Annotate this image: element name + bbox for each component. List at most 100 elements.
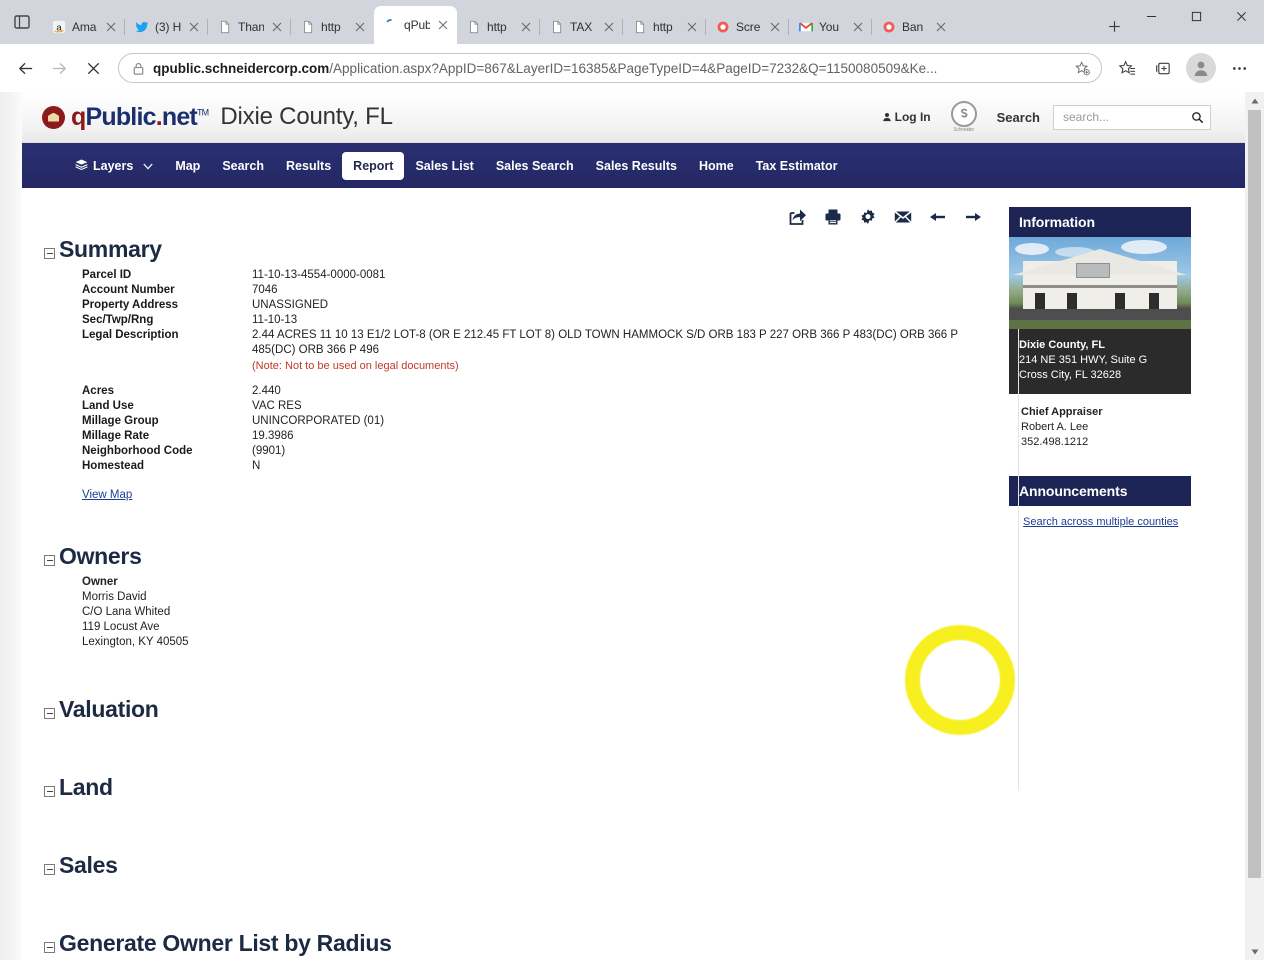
page-scrollbar[interactable] [1245,92,1264,960]
field-label: Land Use [82,400,134,412]
tab-search-sidebar-button[interactable] [2,2,42,42]
add-favorite-button[interactable] [1071,57,1093,79]
arrow-right-icon[interactable] [964,208,982,226]
collections-button[interactable] [1146,51,1180,85]
maximize-button[interactable] [1174,0,1219,32]
tab-separator [788,19,789,35]
browser-tab[interactable]: a Ama [42,10,125,44]
search-icon[interactable] [1191,111,1204,124]
log-in-link[interactable]: Log In [882,110,931,124]
favorites-button[interactable] [1110,51,1144,85]
gear-icon[interactable] [859,208,877,226]
announcements-panel-title: Announcements [1009,476,1191,506]
tab-close-button[interactable] [186,19,202,35]
site-search-box[interactable] [1053,104,1211,130]
collapse-toggle-icon[interactable] [44,708,55,719]
chevron-up-icon [1251,98,1258,103]
tab-close-button[interactable] [684,19,700,35]
tab-close-button[interactable] [269,19,285,35]
scroll-down-button[interactable] [1245,943,1264,960]
section-header-land[interactable]: Land [44,774,988,801]
loading-icon [386,19,392,23]
tab-favicon [798,19,814,35]
browser-tab[interactable]: http [457,10,540,44]
qpublic-logo[interactable]: qPublic.netTM [42,104,209,130]
collapse-toggle-icon[interactable] [44,786,55,797]
field-label: Acres [82,385,114,397]
section-title-owners: Owners [59,543,142,569]
owner-label: Owner [82,576,118,588]
section-title-sales: Sales [59,852,118,878]
section-header-summary[interactable]: Summary [44,236,988,263]
table-row: Acres 2.440 [82,384,988,399]
section-header-sales[interactable]: Sales [44,852,988,879]
collapse-toggle-icon[interactable] [44,248,55,259]
browser-tab[interactable]: http [290,10,374,44]
view-map-link[interactable]: View Map [82,489,132,501]
avatar-icon [1194,61,1208,76]
scroll-up-button[interactable] [1245,92,1264,109]
toolbar-right-actions [1110,51,1256,85]
collapse-toggle-icon[interactable] [44,555,55,566]
collapse-toggle-icon[interactable] [44,864,55,875]
tab-title: (3) H [155,20,181,34]
browser-tab[interactable]: Than [207,10,291,44]
nav-item-tax-estimator[interactable]: Tax Estimator [745,152,849,180]
section-header-owners[interactable]: Owners [44,543,988,570]
logo-badge-icon [42,105,65,129]
tab-close-button[interactable] [850,19,866,35]
tab-close-button[interactable] [103,19,119,35]
county-office-building-photo [1009,237,1191,329]
nav-item-report[interactable]: Report [342,151,405,180]
nav-item-sales-list[interactable]: Sales List [404,152,484,180]
nav-item-sales-search[interactable]: Sales Search [485,152,585,180]
forward-button[interactable] [42,51,76,85]
browser-menu-button[interactable] [1222,51,1256,85]
tab-close-button[interactable] [601,19,617,35]
table-row: Millage Group UNINCORPORATED (01) [82,414,988,429]
new-tab-button[interactable] [1099,11,1129,41]
nav-item-label: Home [698,158,734,173]
tab-close-button[interactable] [518,19,534,35]
browser-tab[interactable]: http [622,10,706,44]
tab-close-button[interactable] [767,19,783,35]
browser-tab[interactable]: qPub [374,6,457,44]
nav-item-sales-results[interactable]: Sales Results [585,152,688,180]
close-window-button[interactable] [1219,0,1264,32]
search-input[interactable] [1063,110,1191,124]
browser-tab[interactable]: (3) H [124,10,208,44]
cloud-shape [1121,240,1167,254]
arrow-left-icon[interactable] [929,208,947,226]
schneider-logo[interactable]: Schneider [944,100,984,134]
stop-loading-button[interactable] [76,51,110,85]
section-header-radius[interactable]: Generate Owner List by Radius [44,930,988,957]
nav-item-home[interactable]: Home [688,152,745,180]
envelope-icon[interactable] [894,208,912,226]
browser-tab[interactable]: Scre [705,10,789,44]
section-header-valuation[interactable]: Valuation [44,696,988,723]
nav-item-search[interactable]: Search [211,152,275,180]
browser-tab[interactable]: You [788,10,872,44]
tab-favicon [549,19,565,35]
profile-avatar[interactable] [1186,53,1216,83]
appraiser-name: Robert A. Lee [1021,421,1089,433]
nav-item-layers[interactable]: Layers [64,152,164,180]
scrollbar-thumb[interactable] [1248,110,1261,878]
tab-close-button[interactable] [933,19,949,35]
search-multiple-counties-link[interactable]: Search across multiple counties [1009,506,1191,538]
site-header: qPublic.netTM Dixie County, FL Log In Sc… [22,92,1245,143]
tab-close-button[interactable] [352,19,368,35]
nav-item-results[interactable]: Results [275,152,342,180]
address-bar[interactable]: qpublic.schneidercorp.com/Application.as… [118,53,1102,83]
back-button[interactable] [8,51,42,85]
browser-tab[interactable]: TAX [539,10,623,44]
share-icon[interactable] [789,208,807,226]
collapse-toggle-icon[interactable] [44,942,55,953]
minimize-button[interactable] [1129,0,1174,32]
browser-tab[interactable]: Ban [871,10,955,44]
tab-close-button[interactable] [435,17,451,33]
nav-item-map[interactable]: Map [164,152,211,180]
print-icon[interactable] [824,208,842,226]
schneider-mark-icon [950,100,977,127]
